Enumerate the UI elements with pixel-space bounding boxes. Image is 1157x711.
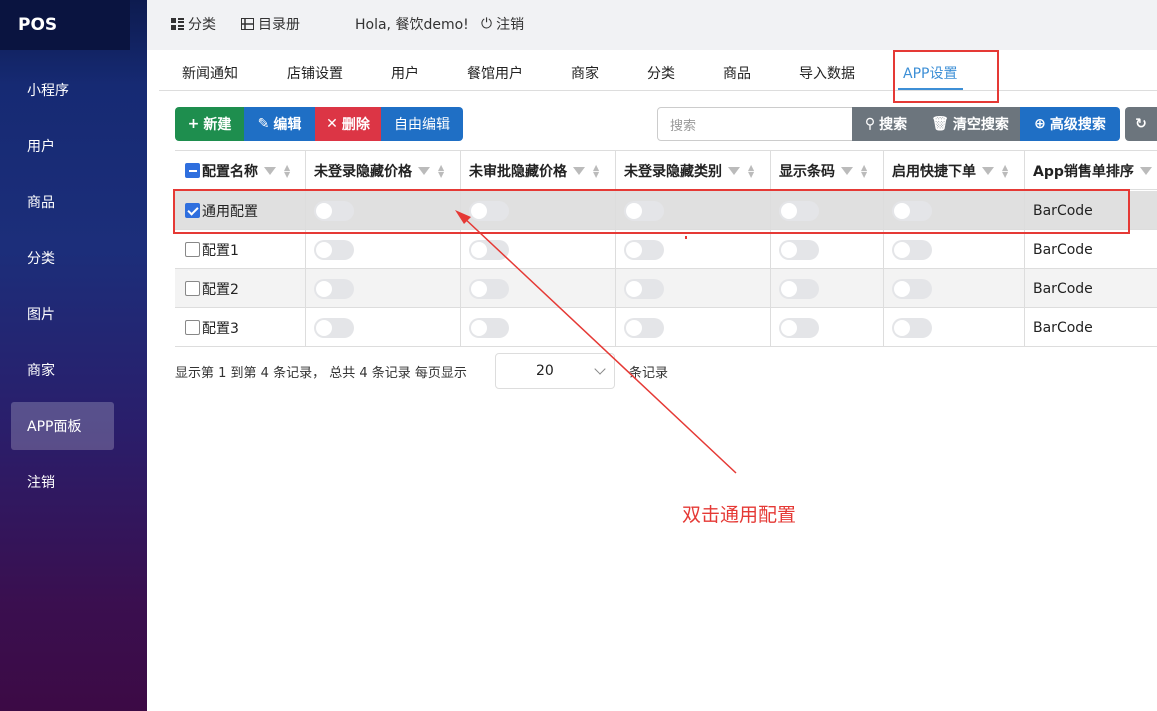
annotation-text: 双击通用配置 — [682, 504, 797, 526]
annotation-arrow — [455, 210, 737, 474]
